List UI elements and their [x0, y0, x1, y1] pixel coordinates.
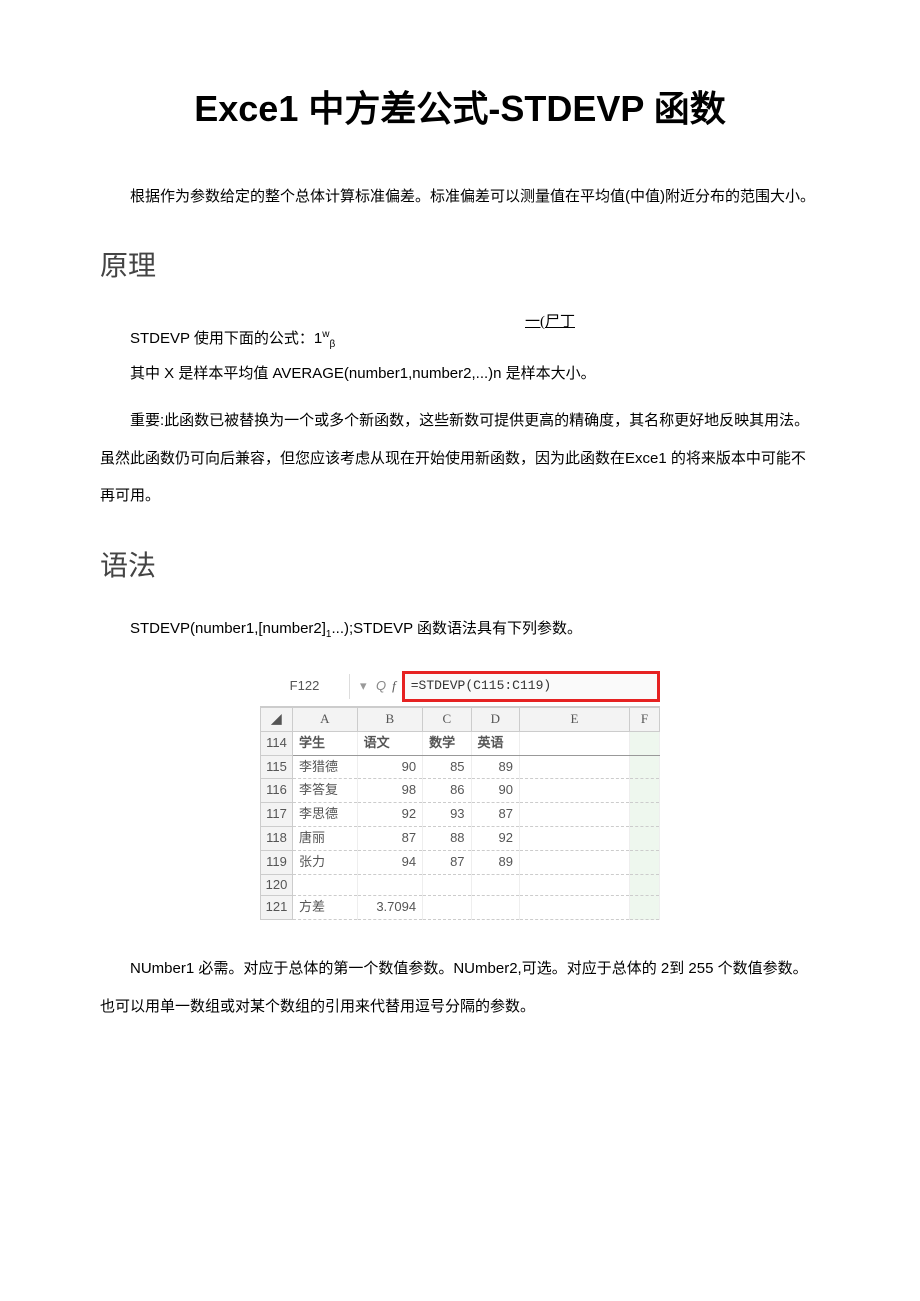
important-paragraph: 重要:此函数已被替换为一个或多个新函数，这些新数可提供更高的精确度，其名称更好地… [100, 402, 820, 515]
cell[interactable]: 语文 [357, 731, 423, 755]
cell[interactable] [630, 779, 660, 803]
cell[interactable]: 李猎德 [293, 755, 358, 779]
table-row: 120 [261, 874, 660, 896]
row-num[interactable]: 117 [261, 803, 293, 827]
sample-paragraph: 其中 X 是样本平均值 AVERAGE(number1,number2,...)… [100, 355, 820, 393]
cell[interactable] [630, 896, 660, 920]
cell[interactable]: 87 [423, 850, 471, 874]
table-row: 116 李答复 98 86 90 [261, 779, 660, 803]
cell[interactable] [520, 874, 630, 896]
cell[interactable] [520, 850, 630, 874]
excel-screenshot: F122 ▾ Q f =STDEVP(C115:C119) ◢ A B C D … [260, 667, 660, 920]
cell[interactable]: 88 [423, 826, 471, 850]
col-F[interactable]: F [630, 707, 660, 731]
table-row: 119 张力 94 87 89 [261, 850, 660, 874]
formula-description: STDEVP 使用下面的公式：1wβ [100, 324, 820, 355]
col-E[interactable]: E [520, 707, 630, 731]
cell[interactable]: 93 [423, 803, 471, 827]
table-row: 115 李猎德 90 85 89 [261, 755, 660, 779]
cell[interactable]: 唐丽 [293, 826, 358, 850]
cell[interactable] [423, 896, 471, 920]
cell[interactable] [520, 731, 630, 755]
cell[interactable] [520, 755, 630, 779]
formula-bar-row: F122 ▾ Q f =STDEVP(C115:C119) [260, 667, 660, 707]
cell[interactable] [520, 803, 630, 827]
table-row: 121 方差 3.7094 [261, 896, 660, 920]
cell[interactable]: 英语 [471, 731, 519, 755]
cell[interactable] [471, 896, 519, 920]
row-num[interactable]: 121 [261, 896, 293, 920]
col-B[interactable]: B [357, 707, 423, 731]
cell[interactable]: 87 [471, 803, 519, 827]
fx-icon[interactable]: f [392, 676, 402, 697]
syntax-line: STDEVP(number1,[number2]1...);STDEVP 函数语… [100, 610, 820, 648]
select-all-corner[interactable]: ◢ [261, 707, 293, 731]
cell[interactable]: 90 [471, 779, 519, 803]
cell[interactable] [293, 874, 358, 896]
row-num[interactable]: 115 [261, 755, 293, 779]
cell[interactable] [630, 755, 660, 779]
cancel-icon[interactable]: Q [370, 676, 392, 697]
name-box[interactable]: F122 [260, 674, 350, 699]
cell[interactable]: 89 [471, 755, 519, 779]
cell[interactable]: 94 [357, 850, 423, 874]
spreadsheet-grid: ◢ A B C D E F 114 学生 语文 数学 英语 115 李猎德 90… [260, 707, 660, 920]
section-syntax: 语法 [100, 545, 820, 590]
table-row: 117 李思德 92 93 87 [261, 803, 660, 827]
intro-paragraph: 根据作为参数给定的整个总体计算标准偏差。标准偏差可以测量值在平均值(中值)附近分… [100, 178, 820, 216]
cell[interactable]: 92 [471, 826, 519, 850]
cell[interactable]: 90 [357, 755, 423, 779]
cell[interactable] [357, 874, 423, 896]
cell[interactable]: 李思德 [293, 803, 358, 827]
cell[interactable]: 89 [471, 850, 519, 874]
cell[interactable]: 3.7094 [357, 896, 423, 920]
row-num[interactable]: 118 [261, 826, 293, 850]
cell[interactable]: 86 [423, 779, 471, 803]
row-num[interactable]: 114 [261, 731, 293, 755]
cell[interactable] [520, 896, 630, 920]
cell[interactable]: 学生 [293, 731, 358, 755]
cell[interactable] [471, 874, 519, 896]
cell[interactable]: 98 [357, 779, 423, 803]
row-num[interactable]: 119 [261, 850, 293, 874]
section-principle: 原理 [100, 245, 820, 290]
column-header-row: ◢ A B C D E F [261, 707, 660, 731]
table-row: 114 学生 语文 数学 英语 [261, 731, 660, 755]
table-row: 118 唐丽 87 88 92 [261, 826, 660, 850]
page-title: Exce1 中方差公式-STDEVP 函数 [100, 80, 820, 138]
row-num[interactable]: 116 [261, 779, 293, 803]
cell[interactable]: 李答复 [293, 779, 358, 803]
cell[interactable] [520, 826, 630, 850]
formula-input[interactable]: =STDEVP(C115:C119) [402, 671, 660, 702]
formula-pre: STDEVP 使用下面的公式：1 [130, 330, 322, 347]
cell[interactable] [630, 803, 660, 827]
cell[interactable]: 数学 [423, 731, 471, 755]
col-A[interactable]: A [293, 707, 358, 731]
cell[interactable]: 85 [423, 755, 471, 779]
cell[interactable]: 张力 [293, 850, 358, 874]
row-num[interactable]: 120 [261, 874, 293, 896]
cell[interactable] [630, 874, 660, 896]
syntax-part-a: STDEVP(number1,[number2] [130, 620, 326, 637]
cell[interactable] [630, 731, 660, 755]
cell[interactable]: 87 [357, 826, 423, 850]
cell[interactable] [423, 874, 471, 896]
cell[interactable] [630, 850, 660, 874]
cell[interactable]: 方差 [293, 896, 358, 920]
cell[interactable]: 92 [357, 803, 423, 827]
syntax-part-b: ...);STDEVP 函数语法具有下列参数。 [331, 620, 582, 637]
formula-bar: Q f =STDEVP(C115:C119) [370, 671, 660, 702]
cell[interactable] [630, 826, 660, 850]
col-D[interactable]: D [471, 707, 519, 731]
formula-sup: w [322, 329, 329, 340]
formula-sub: β [330, 339, 336, 350]
namebox-dropdown-icon[interactable]: ▾ [350, 676, 370, 697]
cell[interactable] [520, 779, 630, 803]
number1-paragraph: NUmber1 必需。对应于总体的第一个数值参数。NUmber2,可选。对应于总… [100, 950, 820, 1025]
col-C[interactable]: C [423, 707, 471, 731]
